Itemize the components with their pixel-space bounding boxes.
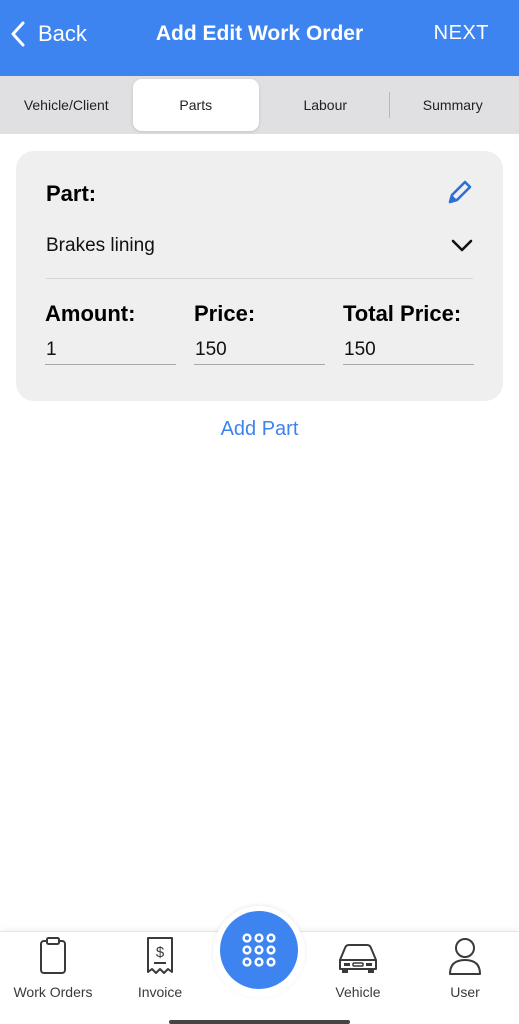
- nav-invoice[interactable]: $ Invoice: [108, 932, 212, 1007]
- amount-field: Amount:: [45, 301, 176, 365]
- nav-label: Work Orders: [13, 984, 93, 1000]
- total-price-label: Total Price:: [343, 301, 462, 326]
- part-dropdown[interactable]: Brakes lining: [46, 231, 473, 279]
- tab-vehicle-client[interactable]: Vehicle/Client: [3, 79, 130, 131]
- tab-labour[interactable]: Labour: [262, 79, 389, 131]
- back-label: Back: [38, 21, 87, 46]
- total-price-field: Total Price:: [343, 301, 474, 365]
- price-label: Price:: [194, 301, 256, 326]
- center-menu-button[interactable]: [220, 911, 298, 989]
- nav-vehicle[interactable]: Vehicle: [306, 932, 410, 1007]
- amount-label: Amount:: [45, 301, 136, 326]
- selected-part: Brakes lining: [46, 234, 155, 256]
- tab-summary[interactable]: Summary: [390, 79, 517, 131]
- amount-input[interactable]: [45, 335, 176, 365]
- work-order-screen: Back Add Edit Work Order NEXT Vehicle/Cl…: [0, 0, 519, 1024]
- add-part-button[interactable]: Add Part: [0, 418, 519, 441]
- nav-work-orders[interactable]: Work Orders: [1, 932, 105, 1007]
- grid-dots-icon: [242, 933, 276, 967]
- tab-label: Summary: [422, 97, 483, 113]
- tab-parts[interactable]: Parts: [132, 79, 259, 131]
- tab-label: Parts: [179, 97, 213, 113]
- user-icon: [449, 938, 481, 975]
- step-tabs: Vehicle/Client Parts Labour Summary: [0, 76, 519, 134]
- price-field: Price:: [194, 301, 325, 365]
- back-button[interactable]: Back: [10, 20, 87, 48]
- svg-text:$: $: [156, 944, 165, 961]
- nav-user[interactable]: User: [413, 932, 517, 1007]
- nav-label: Invoice: [137, 984, 183, 1000]
- total-price-input[interactable]: [343, 335, 474, 365]
- tab-label: Labour: [303, 97, 348, 113]
- chevron-down-icon: [451, 239, 473, 251]
- next-button[interactable]: NEXT: [434, 22, 489, 45]
- top-nav-bar: Back Add Edit Work Order NEXT: [0, 0, 519, 76]
- car-icon: [339, 944, 377, 973]
- pencil-icon[interactable]: [445, 177, 475, 207]
- nav-label: Vehicle: [335, 984, 381, 1000]
- price-input[interactable]: [194, 335, 325, 365]
- nav-label: User: [450, 984, 480, 1000]
- tab-label: Vehicle/Client: [23, 97, 109, 113]
- clipboard-icon: [40, 937, 66, 974]
- part-card: Part: Brakes lining Amount: Price: Total…: [16, 151, 503, 401]
- home-indicator: [169, 1020, 350, 1024]
- receipt-dollar-icon: $: [147, 937, 173, 974]
- part-label: Part:: [46, 181, 97, 206]
- chevron-left-icon: [11, 21, 25, 47]
